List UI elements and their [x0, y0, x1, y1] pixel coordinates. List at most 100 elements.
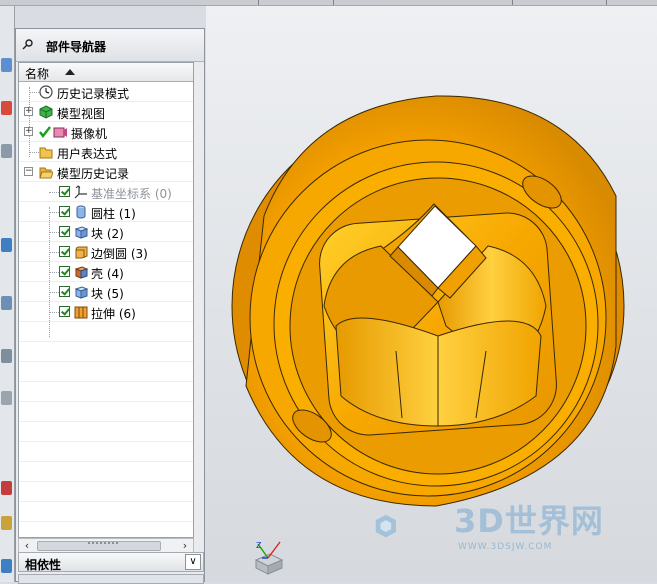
resource-bar: [0, 6, 15, 582]
tree-row-history-mode[interactable]: 历史记录模式: [19, 82, 193, 102]
visibility-checkbox[interactable]: [59, 226, 70, 237]
visibility-checkbox[interactable]: [59, 186, 70, 197]
tree-row-label: 历史记录模式: [57, 87, 130, 101]
tree-empty-row: [19, 442, 193, 462]
tree-row-label: 壳 (4): [91, 267, 124, 281]
tree-connector: [49, 192, 59, 193]
resource-bar-tab-icon[interactable]: [1, 481, 12, 495]
tree-connector: [49, 312, 59, 313]
tree-row-model-history[interactable]: − 模型历史记录: [19, 162, 193, 182]
tree-row-label: 模型历史记录: [57, 167, 130, 181]
visibility-checkbox[interactable]: [59, 266, 70, 277]
tree-row-extrude[interactable]: 拉伸 (6): [19, 302, 193, 322]
tree-row-label: 圆柱 (1): [91, 207, 136, 221]
visibility-checkbox[interactable]: [59, 246, 70, 257]
wcs-triad-icon: Z: [250, 536, 286, 576]
tree-empty-row: [19, 342, 193, 362]
svg-text:Z: Z: [256, 541, 262, 550]
tree-connector: [29, 152, 39, 153]
block-icon: [74, 285, 89, 299]
navigator-title: 部件导航器: [46, 40, 107, 54]
extrude-icon: [74, 305, 88, 319]
tree-row-label: 用户表达式: [57, 147, 118, 161]
tree-row-label: 摄像机: [71, 127, 108, 141]
tree-row-label: 拉伸 (6): [91, 307, 136, 321]
collapse-toggle-icon[interactable]: ∨: [185, 554, 201, 570]
tree-connector: [29, 92, 39, 93]
scroll-right-button[interactable]: ›: [178, 539, 192, 553]
panel-resize-grip[interactable]: [88, 542, 118, 548]
tree-empty-row: [19, 402, 193, 422]
tree-empty-row: [19, 382, 193, 402]
pin-icon[interactable]: [22, 38, 34, 50]
tree-row-datum-csys[interactable]: 基准坐标系 (0): [19, 182, 193, 202]
visibility-checkbox[interactable]: [59, 206, 70, 217]
tree-row-cameras[interactable]: + 摄像机: [19, 122, 193, 142]
tree-row-model-views[interactable]: + 模型视图: [19, 102, 193, 122]
tree-row-block[interactable]: 块 (2): [19, 222, 193, 242]
expand-toggle[interactable]: −: [24, 167, 33, 176]
tree-row-label: 基准坐标系 (0): [91, 187, 172, 201]
expand-toggle[interactable]: +: [24, 127, 33, 136]
resource-bar-tab-icon[interactable]: [1, 296, 12, 310]
navigator-header: 部件导航器: [16, 29, 204, 62]
resource-bar-tab-icon[interactable]: [1, 559, 12, 573]
sort-ascending-icon: [65, 69, 75, 75]
folder-icon: [39, 145, 53, 159]
tree-empty-row: [19, 462, 193, 482]
dependencies-label: 相依性: [25, 558, 62, 572]
tree-connector: [49, 252, 59, 253]
resource-bar-tab-icon[interactable]: [1, 101, 12, 115]
toolbar-separator: [512, 0, 513, 5]
tree-row-edge-blend[interactable]: 边倒圆 (3): [19, 242, 193, 262]
watermark-logo-icon: [375, 514, 396, 538]
visibility-checkbox[interactable]: [59, 286, 70, 297]
shell-icon: [74, 265, 89, 279]
tree-empty-row: [19, 422, 193, 442]
green-checkmark-icon: [38, 125, 52, 139]
tree-row-label: 块 (5): [91, 287, 124, 301]
resource-bar-tab-icon[interactable]: [1, 349, 12, 363]
resource-bar-tab-icon[interactable]: [1, 238, 12, 252]
resource-bar-tab-icon[interactable]: [1, 391, 12, 405]
datum-csys-icon: [74, 185, 88, 199]
tree-empty-row: [19, 322, 193, 342]
toolbar-separator: [333, 0, 334, 5]
navigator-tree: 名称 历史记录模式 + 模型视图 + 摄像机 用户表达式 − 模型历史记录 基准…: [18, 62, 194, 538]
toolbar-separator: [606, 0, 607, 5]
tree-row-label: 模型视图: [57, 107, 106, 121]
column-name-label: 名称: [25, 67, 50, 81]
edge-blend-icon: [74, 245, 88, 259]
details-panel-header[interactable]: [18, 574, 204, 584]
folder-open-icon: [39, 165, 54, 179]
visibility-checkbox[interactable]: [59, 306, 70, 317]
resource-bar-tab-icon[interactable]: [1, 516, 12, 530]
tree-row-label: 块 (2): [91, 227, 124, 241]
tree-empty-row: [19, 482, 193, 502]
tree-empty-row: [19, 502, 193, 522]
cylinder-icon: [74, 205, 88, 219]
watermark-url: WWW.3DSJW.COM: [458, 542, 553, 552]
camera-icon: [53, 125, 67, 139]
resource-bar-tab-icon[interactable]: [1, 58, 12, 72]
watermark-brand: 3D世界网: [454, 502, 604, 540]
tree-connector: [49, 292, 59, 293]
tree-connector: [49, 272, 59, 273]
tree-row-shell[interactable]: 壳 (4): [19, 262, 193, 282]
model-view-icon: [39, 105, 53, 119]
expand-toggle[interactable]: +: [24, 107, 33, 116]
block-icon: [74, 225, 89, 239]
tree-empty-row: [19, 362, 193, 382]
part-navigator-panel: 部件导航器 名称 历史记录模式 + 模型视图 + 摄像机 用户表达式 − 模型历…: [15, 28, 205, 584]
tree-connector: [49, 232, 59, 233]
resource-bar-tab-icon[interactable]: [1, 144, 12, 158]
tree-row-cylinder[interactable]: 圆柱 (1): [19, 202, 193, 222]
toolbar-separator: [258, 0, 259, 5]
column-header-name[interactable]: 名称: [19, 63, 193, 82]
dependencies-panel-header[interactable]: 相依性 ∨: [18, 552, 204, 572]
tree-connector: [49, 212, 59, 213]
clock-icon: [39, 85, 53, 99]
scroll-left-button[interactable]: ‹: [20, 539, 34, 553]
tree-row-block-5[interactable]: 块 (5): [19, 282, 193, 302]
tree-row-user-expressions[interactable]: 用户表达式: [19, 142, 193, 162]
